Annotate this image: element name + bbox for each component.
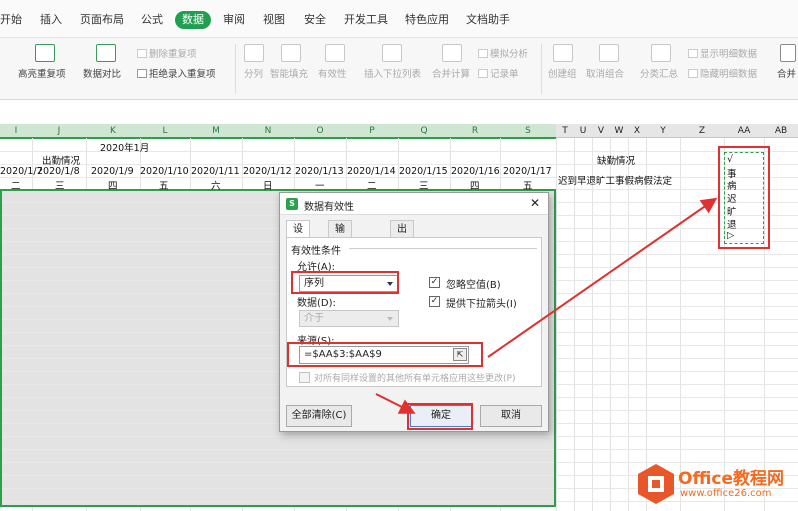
- office-logo-icon: [638, 464, 674, 504]
- watermark-brand: Office教程网: [678, 469, 785, 489]
- watermark-url: www.office26.com: [680, 488, 772, 499]
- arrow-to-source-list: [487, 197, 718, 358]
- annotation-arrows: [375, 197, 718, 414]
- arrow-to-ok-button: [375, 393, 416, 414]
- watermark-logo: Office教程网 www.office26.com: [636, 462, 796, 508]
